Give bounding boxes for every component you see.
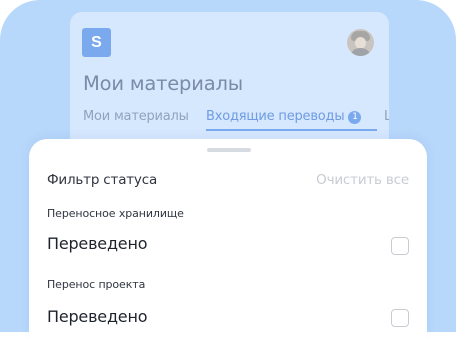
tab-incoming-transfers[interactable]: Входящие переводы 1	[206, 109, 378, 131]
clear-all-button[interactable]: Очистить все	[316, 172, 409, 188]
tab-my-materials[interactable]: Мои материалы	[83, 109, 189, 124]
status-filter-sheet: Фильтр статуса Очистить все Переносное х…	[29, 139, 427, 339]
option-label-translated[interactable]: Переведено	[47, 234, 148, 253]
active-tab-underline	[206, 129, 378, 131]
avatar-body	[350, 48, 371, 56]
drag-handle-icon[interactable]	[207, 148, 251, 152]
device-frame: S Мои материалы Мои материалы Входящие п…	[0, 0, 456, 339]
filter-title: Фильтр статуса	[47, 172, 158, 188]
page-title: Мои материалы	[83, 72, 243, 95]
tab-incoming-transfers-label: Входящие переводы	[206, 109, 345, 124]
tab-more[interactable]: L	[384, 109, 389, 124]
user-avatar[interactable]	[347, 29, 374, 56]
app-logo-icon[interactable]: S	[82, 28, 111, 57]
count-badge: 1	[348, 110, 362, 124]
checkbox-portable-storage-translated[interactable]	[391, 237, 409, 255]
option-label-translated-2[interactable]: Переведено	[47, 307, 148, 326]
checkbox-project-transfer-translated[interactable]	[391, 309, 409, 327]
group-label-project-transfer: Перенос проекта	[47, 278, 146, 291]
group-label-portable-storage: Переносное хранилище	[47, 207, 184, 220]
